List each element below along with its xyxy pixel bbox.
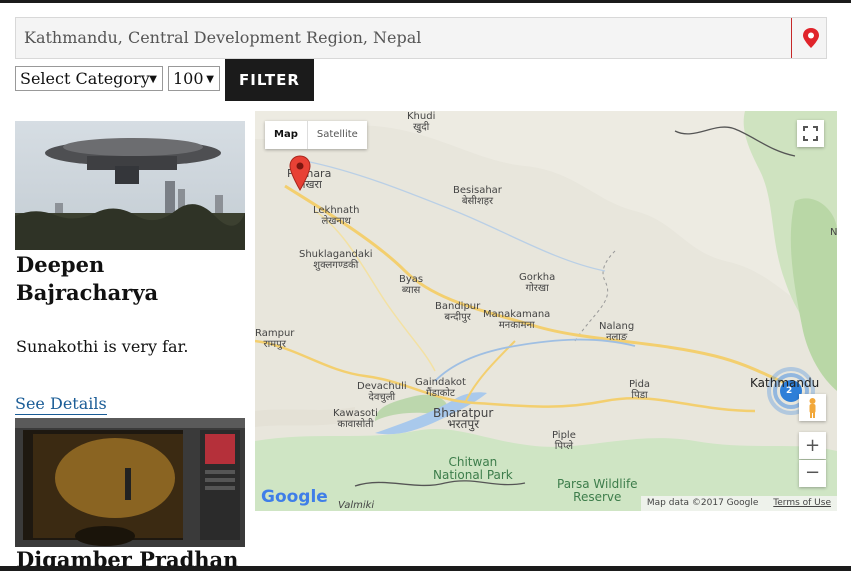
map-place-label: Lekhnath लेखनाथ — [313, 205, 360, 227]
map-type-toggle: Map Satellite — [265, 121, 367, 149]
map-type-satellite-button[interactable]: Satellite — [306, 121, 367, 149]
map-park-label: Chitwan National Park — [433, 455, 513, 482]
chevron-down-icon: ▼ — [149, 74, 157, 85]
filter-button[interactable]: FILTER — [225, 59, 314, 101]
map-park-label: Parsa Wildlife Reserve — [557, 477, 638, 504]
location-search: Kathmandu, Central Development Region, N… — [15, 17, 827, 59]
google-logo-text: Google — [261, 487, 328, 507]
map-marker-icon[interactable] — [289, 155, 311, 191]
map-place-label: Valmiki — [338, 500, 375, 511]
map-pin-icon[interactable] — [802, 27, 820, 49]
map-place-label: Piple पिप्ले — [552, 430, 576, 452]
map-place-label: Khudi खुदी — [407, 111, 436, 133]
chevron-down-icon: ▼ — [206, 74, 214, 85]
zoom-in-button[interactable]: + — [799, 432, 826, 459]
terms-link[interactable]: Terms of Use — [773, 498, 831, 508]
map-place-label: Bandipur बन्दीपुर — [435, 301, 481, 323]
listing-image[interactable] — [15, 121, 245, 250]
map-place-label: Besisahar बेसीशहर — [453, 185, 502, 207]
map-place-label: N — [830, 227, 837, 238]
count-select[interactable]: 100 ▼ — [168, 66, 220, 91]
map-attribution: Map data ©2017 Google Terms of Use — [640, 496, 837, 511]
listing-description: Sunakothi is very far. — [16, 337, 189, 356]
map-place-label: Devachuli देवचुली — [357, 381, 407, 403]
listing-name-line2: Bajracharya — [16, 280, 159, 305]
map-place-label: Rampur रामपुर — [255, 328, 295, 350]
location-divider — [791, 18, 792, 58]
map-place-label: Pida पिडा — [629, 379, 651, 401]
bottom-border — [0, 566, 851, 571]
map-type-map-button[interactable]: Map — [265, 121, 307, 149]
map-place-label: Kathmandu — [750, 376, 820, 390]
map-place-label: Manakamana मनकामना — [483, 309, 551, 331]
listing-name-line1: Deepen — [16, 252, 105, 277]
google-logo[interactable]: Google — [261, 487, 328, 507]
map-place-label: Kawasoti कावासोती — [333, 408, 378, 430]
map-place-label: Gaindakot गैंडाकोट — [415, 377, 466, 399]
map-place-label: Bharatpur भरतपुर — [433, 406, 494, 431]
map-place-label: Gorkha गोरखा — [519, 272, 556, 294]
map-cluster-count[interactable]: 2 — [786, 386, 792, 397]
see-details-link[interactable]: See Details — [15, 393, 107, 415]
category-select[interactable]: Select Category ▼ — [15, 66, 163, 91]
top-border — [0, 0, 851, 3]
map-place-label: Nalang नलाङ — [599, 321, 635, 343]
count-select-value: 100 — [173, 69, 204, 88]
map-place-label: Byas ब्यास — [399, 274, 424, 296]
category-select-value: Select Category — [20, 69, 150, 88]
listing-name[interactable]: Deepen Bajracharya — [16, 251, 158, 307]
map-view[interactable]: Khudi खुदी Pokhara पोखरा Besisahar बेसीशहर … — [255, 111, 837, 511]
fullscreen-button[interactable] — [797, 120, 824, 147]
listing-image[interactable] — [15, 418, 245, 547]
zoom-out-button[interactable]: − — [799, 460, 826, 487]
map-data-text: Map data ©2017 Google — [646, 498, 759, 508]
fullscreen-icon — [803, 126, 818, 141]
map-place-label: Shuklagandaki शुक्लगण्डकी — [299, 249, 373, 271]
pegman-icon — [809, 398, 816, 418]
location-input[interactable]: Kathmandu, Central Development Region, N… — [16, 18, 791, 58]
street-view-button[interactable] — [799, 394, 826, 421]
